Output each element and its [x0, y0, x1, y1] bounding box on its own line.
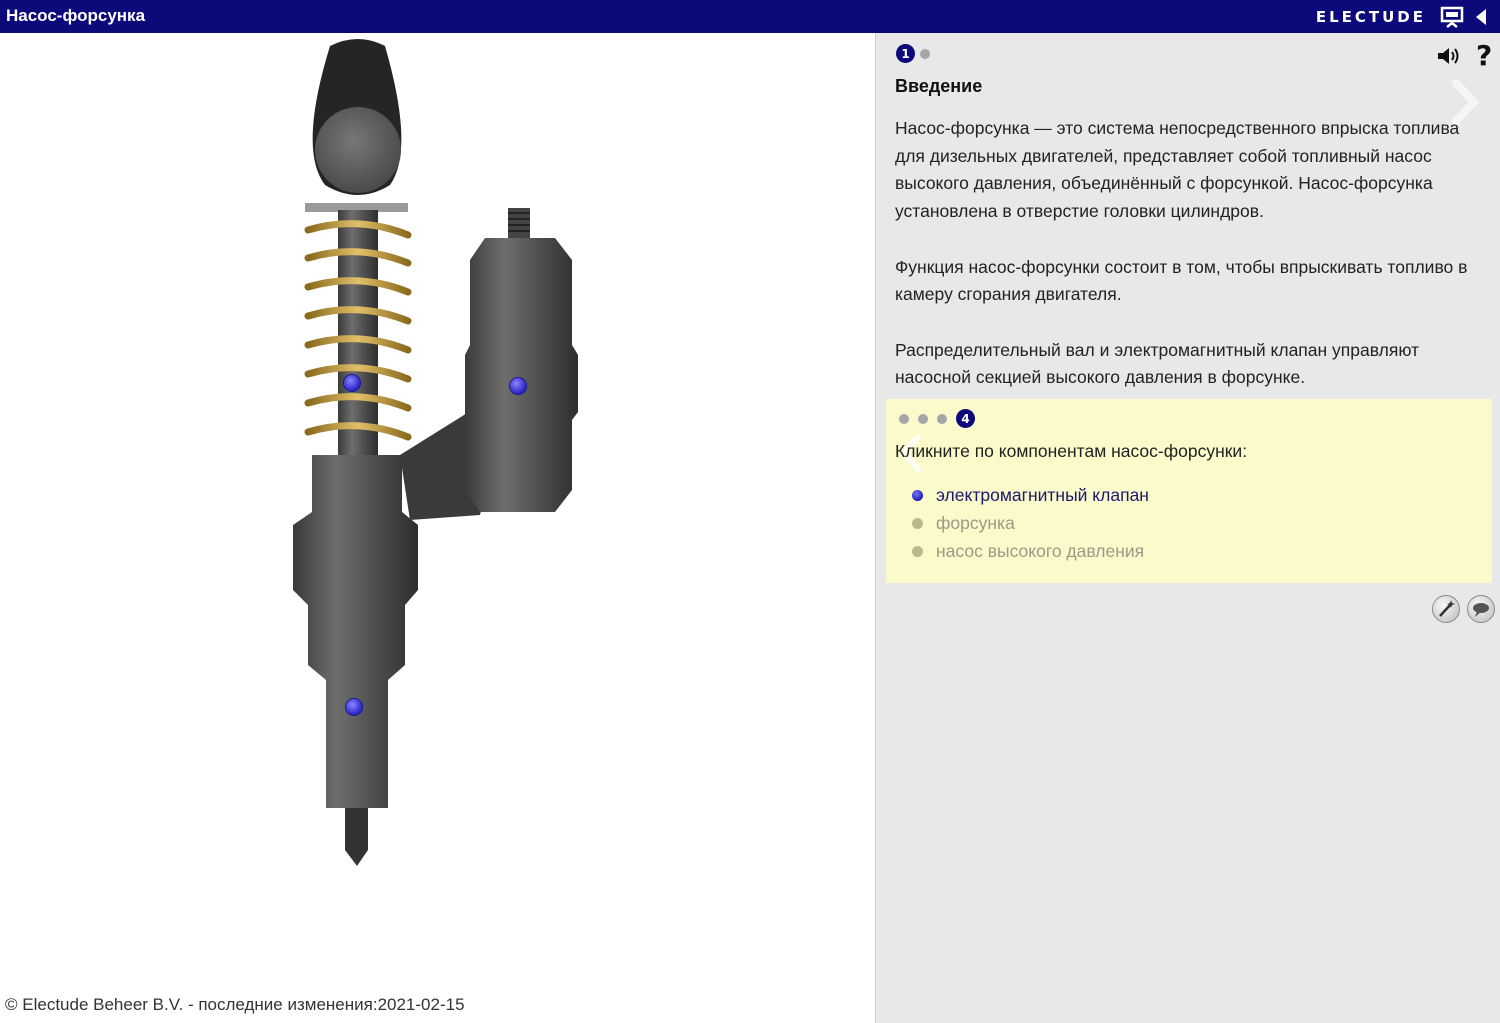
speaker-icon[interactable] [1436, 45, 1462, 67]
task-page-dot[interactable] [899, 413, 909, 424]
presentation-monitor-icon[interactable] [1440, 5, 1464, 29]
hotspot-injector[interactable] [346, 699, 362, 715]
intro-paragraph: Насос-форсунка — это система непосредств… [895, 118, 1460, 222]
task-box: 4 Кликните по компонентам насос-форсунки… [886, 399, 1492, 583]
component-item-high-pressure-pump[interactable]: насос высокого давления [912, 537, 1149, 565]
hotspot-solenoid-valve[interactable] [510, 378, 526, 394]
magic-wand-icon [1439, 600, 1455, 617]
component-list: электромагнитный клапан форсунка насос в… [912, 481, 1149, 565]
component-label: насос высокого давления [936, 540, 1145, 561]
comment-button[interactable] [1467, 595, 1495, 623]
speech-bubble-icon [1473, 603, 1489, 617]
section-title: Введение [895, 76, 983, 96]
copyright-footer: © Electude Beheer B.V. - последние измен… [5, 995, 465, 1014]
task-page-indicator: 4 [899, 409, 975, 428]
task-prompt: Кликните по компонентам насос-форсунки: [895, 441, 1248, 461]
back-arrow-icon[interactable] [1470, 5, 1494, 29]
bullet-icon [912, 489, 923, 501]
component-item-solenoid-valve[interactable]: электромагнитный клапан [912, 481, 1149, 509]
intro-paragraph: Функция насос-форсунки состоит в том, чт… [895, 256, 1468, 305]
component-label: форсунка [936, 512, 1015, 533]
page-current[interactable]: 1 [896, 44, 915, 63]
bullet-icon [912, 545, 923, 557]
app-title: Насос-форсунка [6, 6, 146, 25]
content-panel: 1 ? Введение Насос-форсунка — это систем… [875, 33, 1500, 1023]
brand-logo: ELECTUDE [1315, 8, 1426, 26]
component-label: электромагнитный клапан [936, 484, 1149, 505]
magic-wand-button[interactable] [1432, 595, 1460, 623]
bullet-icon [912, 517, 923, 529]
component-item-injector[interactable]: форсунка [912, 509, 1149, 537]
intro-text: Насос-форсунка — это система непосредств… [895, 115, 1490, 420]
title-bar: Насос-форсунка ELECTUDE [0, 0, 1500, 33]
illustration-area: © Electude Beheer B.V. - последние измен… [0, 33, 875, 1023]
page-indicator: 1 [896, 44, 930, 63]
help-icon[interactable]: ? [1476, 39, 1492, 72]
task-page-dot[interactable] [937, 413, 947, 424]
task-page-dot[interactable] [918, 413, 928, 424]
hotspot-high-pressure-pump[interactable] [344, 375, 360, 391]
task-page-current[interactable]: 4 [956, 409, 975, 428]
intro-paragraph: Распределительный вал и электромагнитный… [895, 339, 1420, 388]
unit-injector-illustration [293, 39, 578, 866]
page-dot[interactable] [920, 48, 930, 59]
